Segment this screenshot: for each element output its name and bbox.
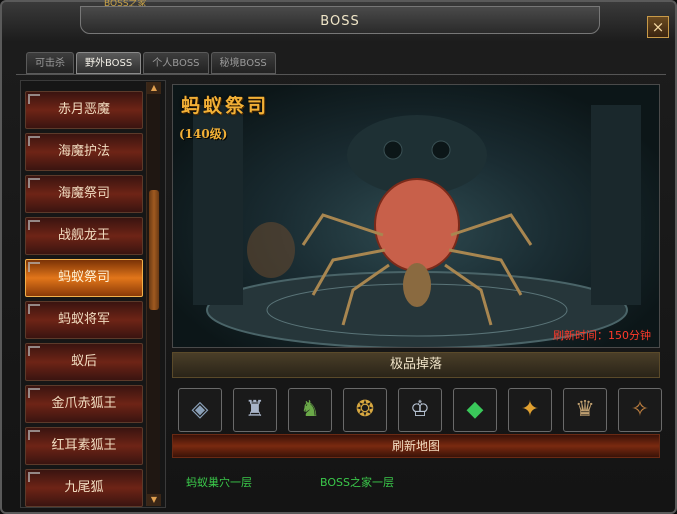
green-armor-icon: ♞ [300, 397, 320, 422]
drop-slot[interactable]: ♛ [563, 388, 607, 432]
boss-list-item[interactable]: 赤月恶魔 [25, 91, 143, 129]
drop-slot[interactable]: ♔ [398, 388, 442, 432]
right-pillar [591, 105, 641, 305]
boss-level: (140级) [179, 127, 228, 141]
drop-slot[interactable]: ♜ [233, 388, 277, 432]
gold-necklace-icon: ❂ [355, 397, 375, 422]
boss-list-item-label: 海魔祭司 [57, 186, 110, 201]
silver-crown-icon: ♔ [410, 397, 430, 422]
map-link[interactable]: 蚂蚁巢穴一层 [186, 474, 252, 490]
boss-list-item-label: 蚂蚁祭司 [57, 270, 110, 285]
corner-mark [28, 430, 40, 440]
tab-secret-boss[interactable]: 秘境BOSS [210, 52, 276, 74]
boss-list-item[interactable]: 蚂蚁将军 [25, 301, 143, 339]
drop-slot[interactable]: ♞ [288, 388, 332, 432]
boss-preview: 蚂蚁祭司 (140级) 刷新时间：150分钟 [172, 84, 660, 348]
boss-list-item-label: 战舰龙王 [57, 228, 110, 243]
winged-armor-icon: ♛ [575, 397, 595, 422]
statue-eye [383, 140, 403, 160]
corner-mark [28, 136, 40, 146]
boss-list-item-label: 红耳素狐王 [51, 438, 117, 453]
corner-mark [28, 388, 40, 398]
tab-killable[interactable]: 可击杀 [26, 52, 74, 74]
drop-slot[interactable]: ◈ [178, 388, 222, 432]
drops-header: 极品掉落 [172, 352, 660, 378]
boss-list: 赤月恶魔 海魔护法 海魔祭司 战舰龙王 蚂蚁祭司 蚂蚁将军 蚁后 金爪赤狐王 红… [20, 80, 166, 508]
boss-scene [193, 105, 641, 347]
drop-slot[interactable]: ❂ [343, 388, 387, 432]
jade-medal-icon: ◆ [466, 397, 484, 422]
boss-list-item-label: 九尾狐 [64, 480, 104, 495]
gold-emblem-icon: ✦ [520, 397, 540, 422]
boss-name: 蚂蚁祭司 [181, 95, 270, 117]
boss-abdomen [403, 263, 431, 307]
map-header: 刷新地图 [172, 434, 660, 458]
title-bar: BOSS [80, 6, 600, 34]
tab-bar: 可击杀 野外BOSS 个人BOSS 秘境BOSS [26, 52, 276, 74]
boss-list-item[interactable]: 蚁后 [25, 343, 143, 381]
boss-body [374, 178, 460, 272]
tab-divider [16, 74, 666, 75]
boss-list-item[interactable]: 海魔祭司 [25, 175, 143, 213]
window-title: BOSS [320, 14, 360, 29]
statue-eye [431, 140, 451, 160]
boss-list-item-label: 蚁后 [70, 354, 97, 369]
boss-list-item-selected[interactable]: 蚂蚁祭司 [25, 259, 143, 297]
boss-list-item-label: 海魔护法 [57, 144, 110, 159]
drops-row: ◈ ♜ ♞ ❂ ♔ ◆ ✦ ♛ ✧ [178, 388, 662, 432]
corner-mark [28, 472, 40, 482]
boss-list-item-label: 赤月恶魔 [57, 102, 110, 117]
refresh-time: 刷新时间：150分钟 [553, 329, 651, 342]
boss-list-item[interactable]: 红耳素狐王 [25, 427, 143, 465]
bronze-wings-icon: ✧ [630, 397, 650, 422]
corner-mark [28, 220, 40, 230]
boss-list-item-label: 蚂蚁将军 [57, 312, 110, 327]
horned-helmet-icon: ♜ [245, 397, 265, 422]
corner-mark [28, 304, 40, 314]
boss-window: BOSS之家 BOSS × 可击杀 野外BOSS 个人BOSS 秘境BOSS 赤… [0, 0, 677, 514]
drop-slot[interactable]: ✧ [618, 388, 662, 432]
drop-slot[interactable]: ◆ [453, 388, 497, 432]
map-link[interactable]: BOSS之家一层 [320, 474, 394, 490]
corner-mark [28, 178, 40, 188]
scroll-thumb[interactable] [149, 190, 159, 310]
corner-mark [28, 94, 40, 104]
boss-list-item[interactable]: 金爪赤狐王 [25, 385, 143, 423]
corner-mark [28, 346, 40, 356]
tab-personal-boss[interactable]: 个人BOSS [143, 52, 209, 74]
corner-mark [28, 262, 40, 272]
tab-field-boss[interactable]: 野外BOSS [76, 52, 142, 74]
scroll-up-icon[interactable]: ▲ [147, 82, 161, 94]
boss-list-item[interactable]: 战舰龙王 [25, 217, 143, 255]
boss-list-item-label: 金爪赤狐王 [51, 396, 117, 411]
drop-slot[interactable]: ✦ [508, 388, 552, 432]
close-button[interactable]: × [647, 16, 669, 38]
pet-owl-icon [247, 222, 295, 278]
boss-list-item[interactable]: 九尾狐 [25, 469, 143, 507]
scroll-down-icon[interactable]: ▼ [147, 494, 161, 506]
shoulder-armor-icon: ◈ [191, 397, 209, 422]
boss-list-item[interactable]: 海魔护法 [25, 133, 143, 171]
boss-list-scrollbar[interactable]: ▲ ▼ [146, 82, 161, 506]
